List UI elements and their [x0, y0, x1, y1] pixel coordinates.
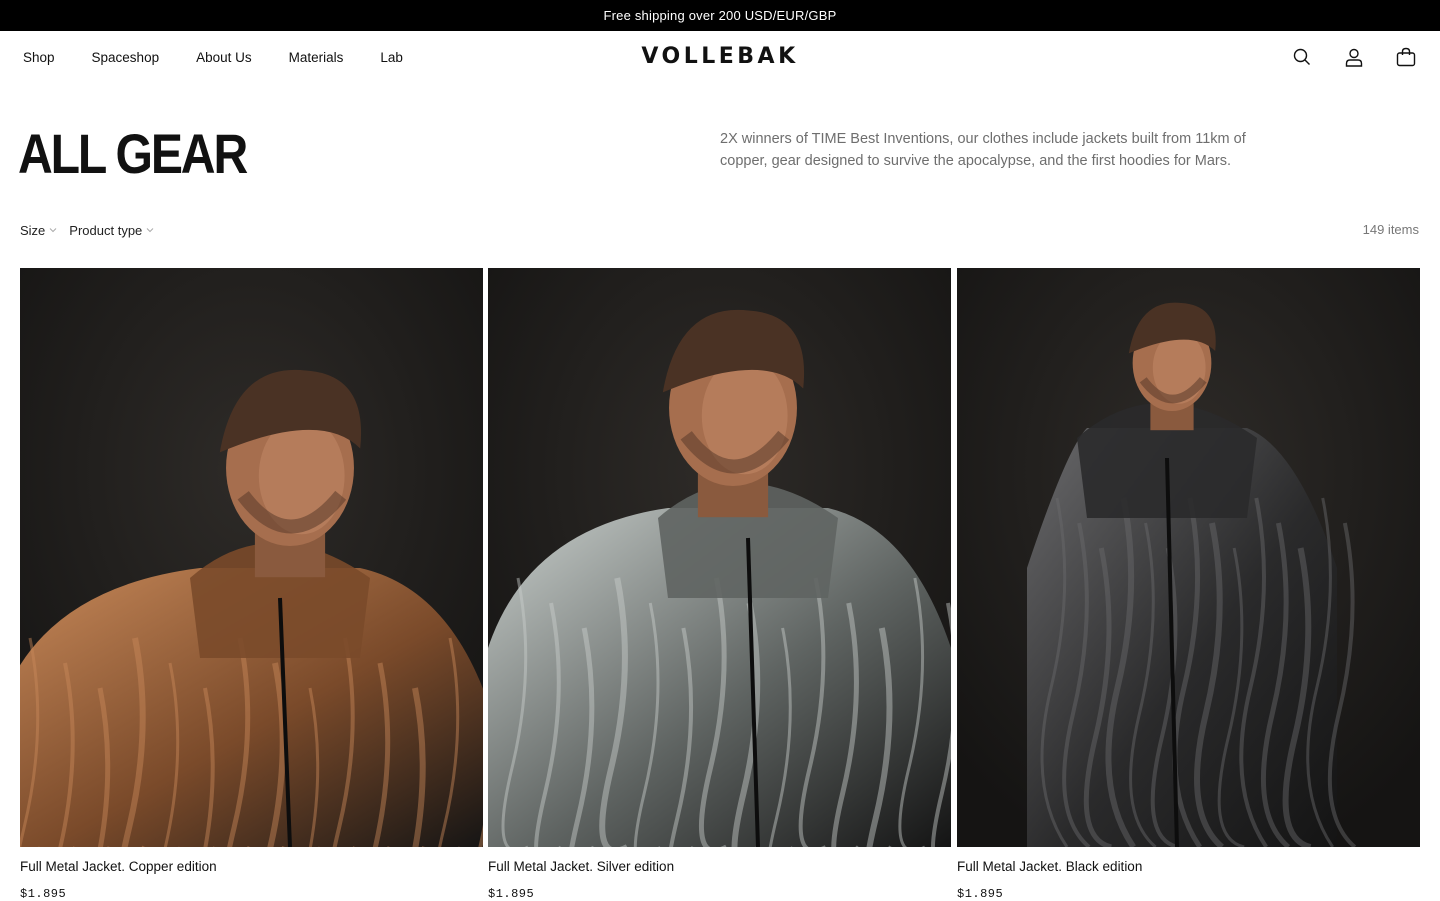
- chevron-down-icon: [146, 227, 154, 233]
- product-image[interactable]: [488, 268, 951, 847]
- size-filter-label: Size: [20, 222, 46, 238]
- nav-lab[interactable]: Lab: [380, 50, 403, 65]
- product-image[interactable]: [957, 268, 1420, 847]
- product-name[interactable]: Full Metal Jacket. Silver edition: [488, 859, 951, 874]
- product-price: $1.895: [957, 887, 1004, 901]
- product-card[interactable]: Full Metal Jacket. Silver edition $1.895: [488, 268, 951, 901]
- product-image[interactable]: [20, 268, 483, 847]
- nav-materials[interactable]: Materials: [289, 50, 344, 65]
- nav-about-us[interactable]: About Us: [196, 50, 252, 65]
- main-nav: Shop Spaceshop About Us Materials Lab: [23, 31, 440, 83]
- search-icon[interactable]: [1290, 45, 1314, 69]
- product-card[interactable]: Full Metal Jacket. Copper edition $1.895: [20, 268, 483, 901]
- product-price: $1.895: [20, 887, 67, 901]
- product-card[interactable]: Full Metal Jacket. Black edition $1.895: [957, 268, 1420, 901]
- announcement-bar: Free shipping over 200 USD/EUR/GBP: [0, 0, 1440, 31]
- page-title: ALL GEAR: [18, 122, 248, 185]
- collection-description: 2X winners of TIME Best Inventions, our …: [720, 131, 1246, 169]
- item-count: 149 items: [1362, 222, 1419, 237]
- product-type-filter-label: Product type: [69, 222, 143, 238]
- product-price: $1.895: [488, 887, 535, 901]
- size-filter[interactable]: Size: [20, 223, 57, 238]
- header-actions: [1262, 31, 1418, 83]
- product-name[interactable]: Full Metal Jacket. Black edition: [957, 859, 1420, 874]
- product-name[interactable]: Full Metal Jacket. Copper edition: [20, 859, 483, 874]
- site-header: Shop Spaceshop About Us Materials Lab VO…: [0, 31, 1440, 83]
- nav-spaceshop[interactable]: Spaceshop: [92, 50, 160, 65]
- nav-shop[interactable]: Shop: [23, 50, 55, 65]
- brand-logo[interactable]: VOLLEBAK: [620, 44, 820, 69]
- filter-bar: Size Product type: [20, 220, 166, 240]
- chevron-down-icon: [49, 227, 57, 233]
- product-type-filter[interactable]: Product type: [69, 223, 154, 238]
- announcement-text: Free shipping over 200 USD/EUR/GBP: [603, 8, 837, 23]
- bag-icon[interactable]: [1394, 45, 1418, 69]
- product-grid: Full Metal Jacket. Copper edition $1.895…: [20, 268, 1420, 901]
- account-icon[interactable]: [1342, 45, 1366, 69]
